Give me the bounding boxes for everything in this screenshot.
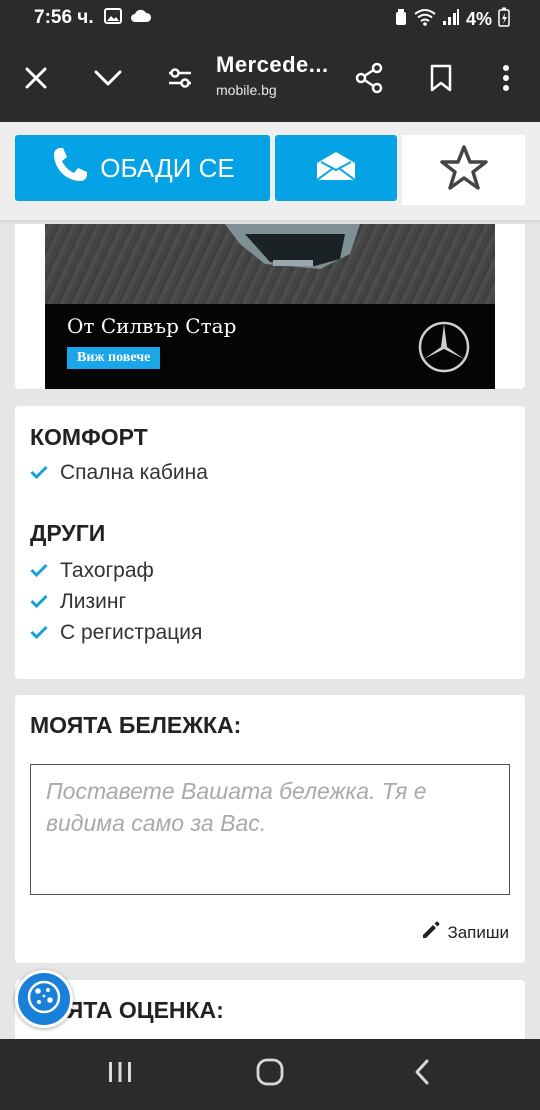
- feature-label: Тахограф: [60, 559, 154, 582]
- cookie-settings-button[interactable]: [15, 970, 73, 1028]
- star-icon: [439, 144, 489, 197]
- feature-item: С регистрация: [30, 621, 202, 645]
- call-button-label: ОБАДИ СЕ: [100, 152, 235, 183]
- section-title-comfort: КОМФОРТ: [30, 424, 148, 450]
- battery-level: 4%: [465, 9, 492, 29]
- alarm-icon: [394, 8, 408, 31]
- collapse-button[interactable]: [82, 38, 134, 122]
- mercedes-logo: [417, 320, 471, 379]
- section-title-other: ДРУГИ: [30, 520, 106, 546]
- signal-icon: [442, 8, 460, 31]
- note-title: МОЯТА БЕЛЕЖКА:: [30, 712, 242, 738]
- recent-apps-icon: [107, 1060, 133, 1089]
- call-button[interactable]: ОБАДИ СЕ: [15, 135, 270, 201]
- pencil-icon: [421, 920, 441, 945]
- chevron-down-icon: [94, 69, 122, 92]
- status-bar: 7:56 ч. 4%: [0, 0, 540, 38]
- status-notifications: [104, 8, 152, 29]
- ad-card: От Силвър Стар Виж повече: [15, 224, 525, 389]
- note-card: МОЯТА БЕЛЕЖКА: Запиши: [15, 695, 525, 963]
- save-note-button[interactable]: Запиши: [421, 920, 509, 945]
- save-note-label: Запиши: [447, 922, 509, 942]
- system-nav-bar: [0, 1039, 540, 1110]
- image-icon: [104, 8, 122, 29]
- feature-item: Спална кабина: [30, 461, 208, 485]
- message-button[interactable]: [275, 135, 397, 201]
- check-icon: [30, 461, 48, 485]
- action-row: ОБАДИ СЕ: [0, 122, 540, 222]
- more-button[interactable]: [480, 38, 532, 122]
- wifi-icon: [414, 8, 436, 31]
- phone-icon: [50, 145, 90, 192]
- rating-card: МОЯТА ОЦЕНКА:: [15, 980, 525, 1040]
- favorite-button[interactable]: [402, 135, 525, 205]
- features-card: КОМФОРТ Спална кабина ДРУГИ Тахограф Лиз…: [15, 406, 525, 679]
- envelope-icon: [315, 150, 357, 187]
- feature-label: Спална кабина: [60, 461, 208, 484]
- browser-toolbar: Mercede... mobile.bg: [0, 38, 540, 122]
- close-button[interactable]: [10, 38, 62, 122]
- bookmark-icon: [429, 64, 453, 97]
- page-settings-button[interactable]: [154, 38, 206, 122]
- more-icon: [502, 64, 510, 96]
- home-button[interactable]: [230, 1039, 310, 1110]
- status-system: 4%: [394, 7, 510, 32]
- ad-photo: [45, 224, 495, 304]
- page-title-block[interactable]: Mercede... mobile.bg: [216, 52, 336, 98]
- close-icon: [24, 66, 48, 95]
- filter-icon: [167, 67, 193, 94]
- home-icon: [255, 1057, 285, 1092]
- check-icon: [30, 621, 48, 645]
- cloud-icon: [130, 9, 152, 28]
- back-icon: [412, 1058, 432, 1091]
- recent-apps-button[interactable]: [80, 1039, 160, 1110]
- share-button[interactable]: [343, 38, 395, 122]
- note-input[interactable]: [30, 764, 510, 895]
- status-time: 7:56 ч.: [34, 7, 94, 28]
- battery-icon: [498, 7, 510, 32]
- check-icon: [30, 559, 48, 583]
- check-icon: [30, 590, 48, 614]
- page-domain: mobile.bg: [216, 82, 277, 98]
- ad-cta-button[interactable]: Виж повече: [67, 347, 161, 369]
- share-icon: [354, 62, 384, 99]
- feature-item: Лизинг: [30, 590, 126, 614]
- bookmark-button[interactable]: [415, 38, 467, 122]
- feature-label: С регистрация: [60, 621, 203, 644]
- ad-headline: От Силвър Стар: [67, 314, 237, 338]
- feature-label: Лизинг: [60, 590, 127, 613]
- cookie-icon: [26, 979, 62, 1020]
- feature-item: Тахограф: [30, 559, 154, 583]
- ad-banner[interactable]: От Силвър Стар Виж повече: [45, 224, 495, 389]
- back-button[interactable]: [382, 1039, 462, 1110]
- page-title: Mercede...: [216, 52, 329, 77]
